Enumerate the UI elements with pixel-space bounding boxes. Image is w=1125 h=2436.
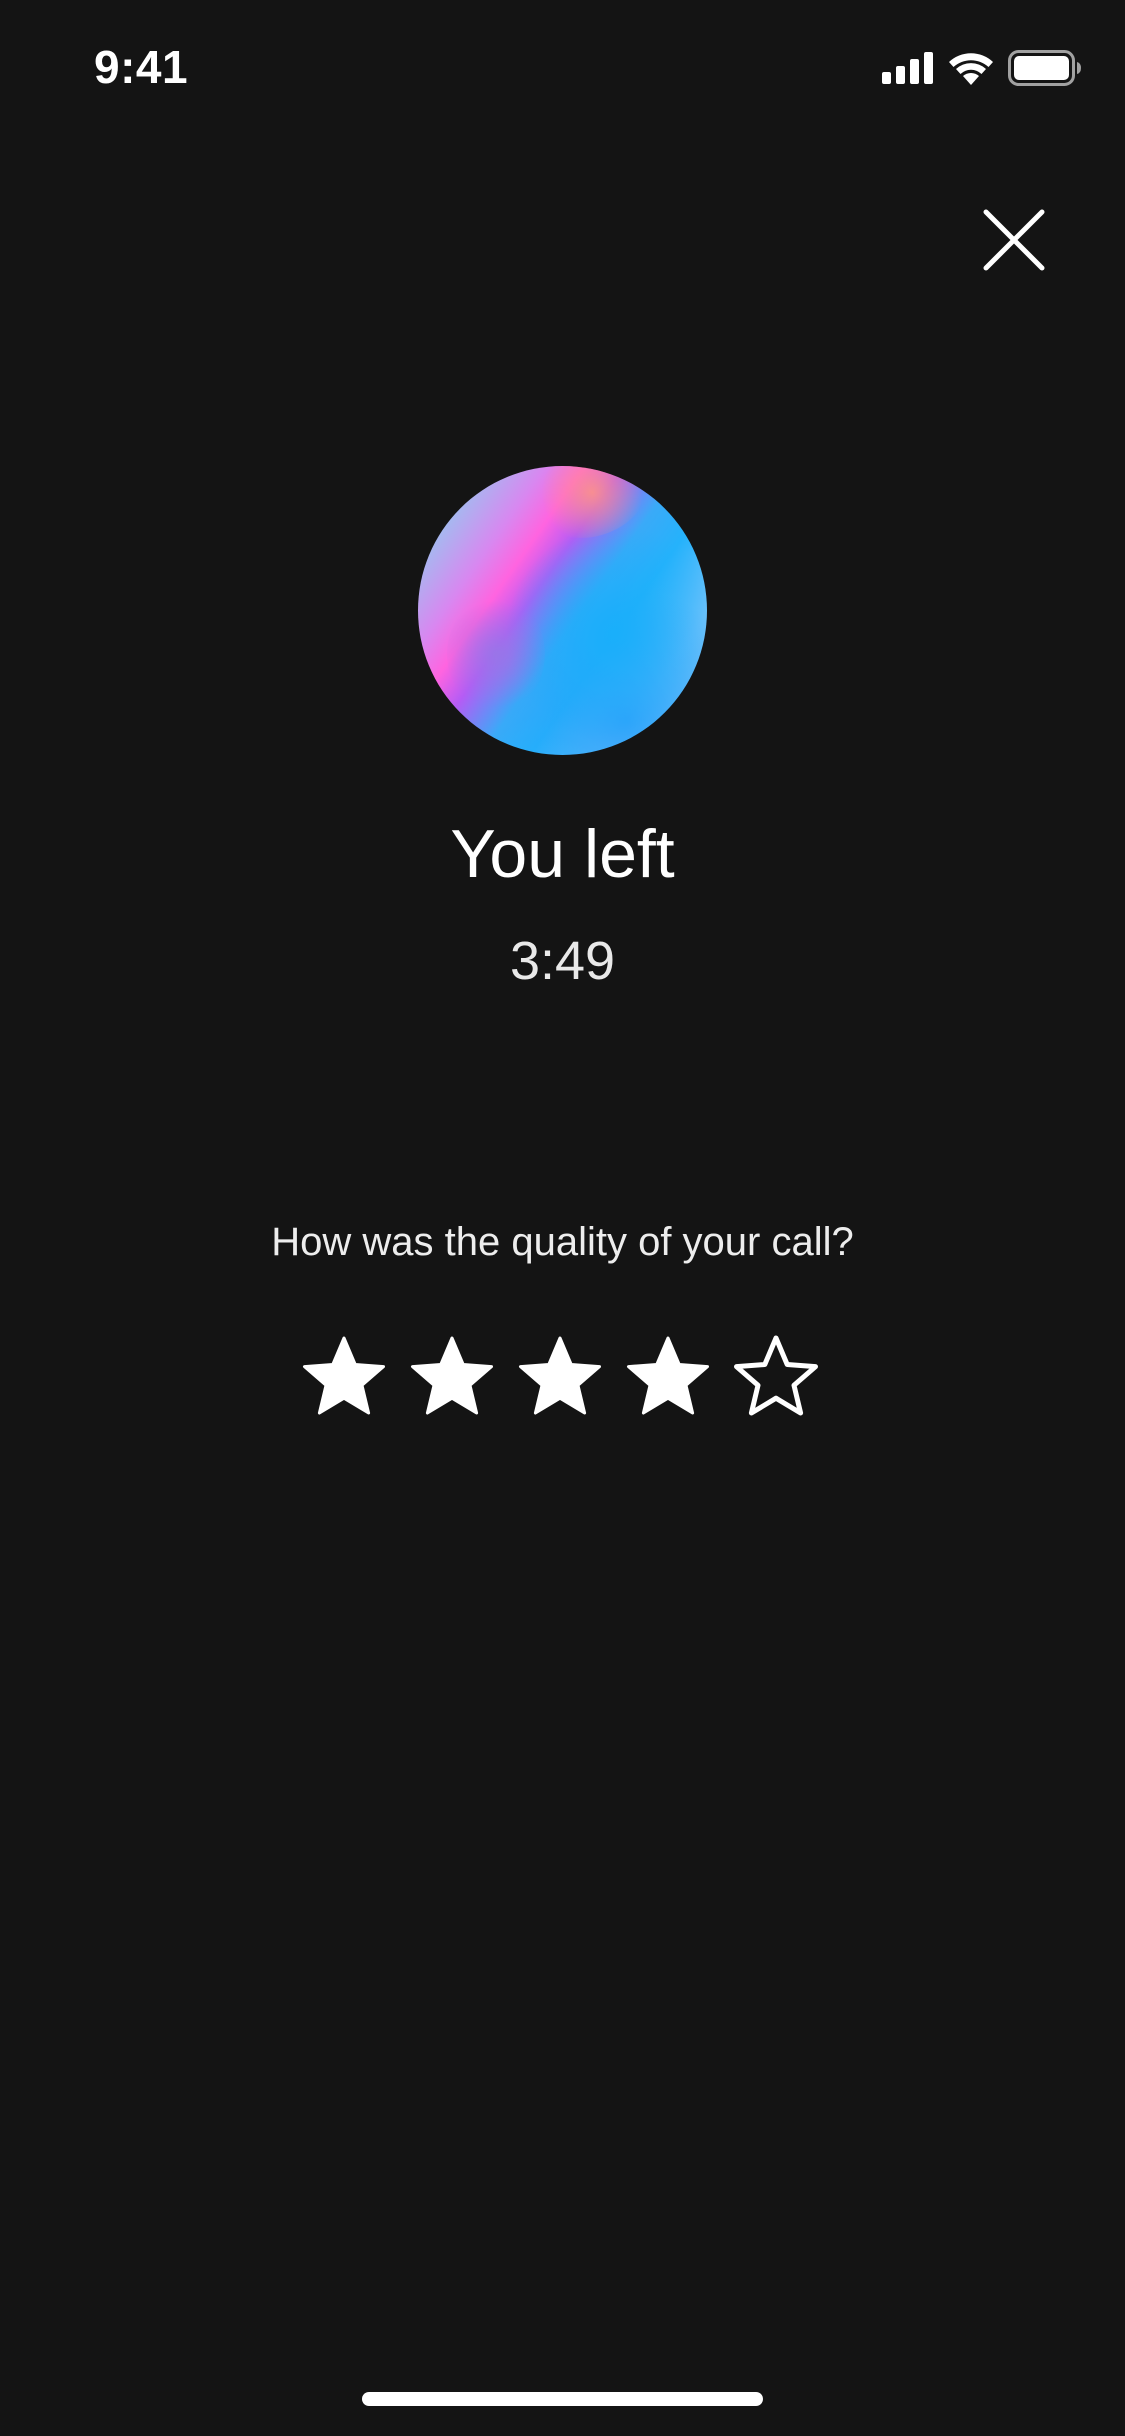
star-outline-icon xyxy=(734,1335,818,1416)
cellular-signal-icon xyxy=(882,52,934,84)
home-indicator[interactable] xyxy=(362,2392,763,2406)
star-rating xyxy=(300,1333,820,1421)
battery-icon xyxy=(1008,50,1082,86)
star-5-button[interactable] xyxy=(732,1333,820,1421)
star-filled-icon xyxy=(411,1336,493,1415)
wifi-icon xyxy=(948,51,994,85)
avatar xyxy=(418,466,707,755)
star-filled-icon xyxy=(303,1336,385,1415)
rating-question: How was the quality of your call? xyxy=(271,1220,854,1264)
close-button[interactable] xyxy=(978,206,1050,278)
close-icon xyxy=(982,208,1046,277)
status-bar: 9:41 xyxy=(0,0,1125,132)
status-icons xyxy=(882,50,1082,86)
star-4-button[interactable] xyxy=(624,1333,712,1421)
star-3-button[interactable] xyxy=(516,1333,604,1421)
call-status-title: You left xyxy=(450,816,675,892)
status-time: 9:41 xyxy=(94,41,189,93)
star-2-button[interactable] xyxy=(408,1333,496,1421)
star-filled-icon xyxy=(519,1336,601,1415)
star-filled-icon xyxy=(627,1336,709,1415)
star-1-button[interactable] xyxy=(300,1333,388,1421)
call-duration: 3:49 xyxy=(509,931,616,991)
